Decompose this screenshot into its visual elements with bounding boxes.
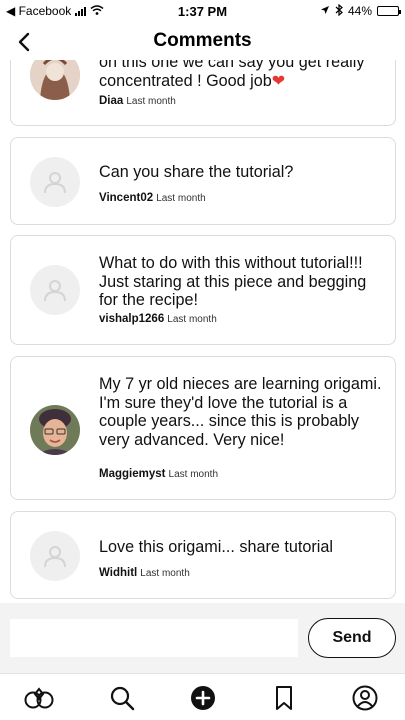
send-button[interactable]: Send bbox=[308, 618, 396, 658]
comment-card: My 7 yr old nieces are learning origami.… bbox=[10, 356, 396, 500]
comment-text: Love this origami... share tutorial bbox=[99, 538, 333, 556]
tab-bar bbox=[0, 673, 405, 720]
comment-time: Last month bbox=[126, 96, 176, 107]
comment-card: What to do with this without tutorial!!!… bbox=[10, 235, 396, 345]
signal-icon bbox=[75, 6, 87, 16]
location-icon bbox=[320, 4, 330, 18]
add-icon bbox=[191, 686, 215, 710]
comment-time: Last month bbox=[140, 568, 190, 579]
status-left: ◀ Facebook bbox=[6, 4, 156, 18]
comment-author[interactable]: Diaa bbox=[99, 95, 123, 107]
comment-time: Last month bbox=[167, 314, 217, 325]
tab-add[interactable] bbox=[187, 682, 219, 714]
chevron-left-icon bbox=[18, 32, 30, 52]
battery-percent: 44% bbox=[347, 4, 372, 18]
comment-composer: Send bbox=[0, 603, 405, 673]
default-avatar-icon bbox=[44, 546, 66, 568]
comment-card: on this one we can say you get really co… bbox=[10, 60, 396, 126]
default-avatar-icon bbox=[44, 280, 66, 302]
comment-time: Last month bbox=[156, 193, 206, 204]
comment-meta: Vincent02 Last month bbox=[99, 192, 206, 204]
search-icon bbox=[110, 686, 135, 711]
tab-bookmarks[interactable] bbox=[268, 682, 300, 714]
status-right: 44% bbox=[249, 3, 401, 19]
comment-time: Last month bbox=[168, 469, 219, 480]
comments-list[interactable]: on this one we can say you get really co… bbox=[0, 60, 405, 603]
comment-input[interactable] bbox=[10, 619, 298, 657]
comment-text: My 7 yr old nieces are learning origami.… bbox=[99, 375, 382, 449]
comment-card: Love this origami... share tutorial Widh… bbox=[10, 511, 396, 599]
status-bar: ◀ Facebook 1:37 PM 44% bbox=[0, 0, 405, 22]
default-avatar-icon bbox=[44, 172, 66, 194]
bluetooth-icon bbox=[335, 3, 343, 19]
comment-card: Can you share the tutorial? Vincent02 La… bbox=[10, 137, 396, 225]
comment-text: Can you share the tutorial? bbox=[99, 163, 294, 181]
comment-body: on this one we can say you get really co… bbox=[99, 60, 365, 90]
heart-emoji: ❤ bbox=[271, 71, 286, 90]
avatar[interactable] bbox=[30, 60, 80, 100]
nav-bar: Comments bbox=[0, 22, 405, 60]
avatar[interactable] bbox=[30, 405, 80, 455]
bookmark-icon bbox=[276, 686, 292, 710]
battery-icon bbox=[377, 6, 401, 16]
comment-meta: Maggiemyst Last month bbox=[99, 468, 218, 480]
back-to-app-link[interactable]: ◀ Facebook bbox=[6, 4, 71, 18]
tab-profile[interactable] bbox=[349, 682, 381, 714]
comment-author[interactable]: vishalp1266 bbox=[99, 313, 164, 325]
comment-author[interactable]: Widhitl bbox=[99, 567, 137, 579]
page-title: Comments bbox=[153, 30, 252, 51]
comment-meta: Diaa Last month bbox=[99, 95, 176, 107]
tab-home[interactable] bbox=[23, 682, 55, 714]
avatar[interactable] bbox=[30, 157, 80, 207]
profile-icon bbox=[352, 685, 378, 711]
status-time: 1:37 PM bbox=[177, 3, 228, 19]
tab-search[interactable] bbox=[106, 682, 138, 714]
avatar[interactable] bbox=[30, 265, 80, 315]
avatar[interactable] bbox=[30, 531, 80, 581]
comment-author[interactable]: Maggiemyst bbox=[99, 468, 165, 480]
back-button[interactable] bbox=[12, 30, 36, 54]
home-icon bbox=[24, 687, 54, 709]
wifi-icon bbox=[90, 4, 104, 18]
comment-text: on this one we can say you get really co… bbox=[99, 60, 384, 90]
comment-meta: vishalp1266 Last month bbox=[99, 313, 217, 325]
comment-meta: Widhitl Last month bbox=[99, 567, 190, 579]
comment-author[interactable]: Vincent02 bbox=[99, 192, 153, 204]
comment-text: What to do with this without tutorial!!!… bbox=[99, 254, 367, 309]
